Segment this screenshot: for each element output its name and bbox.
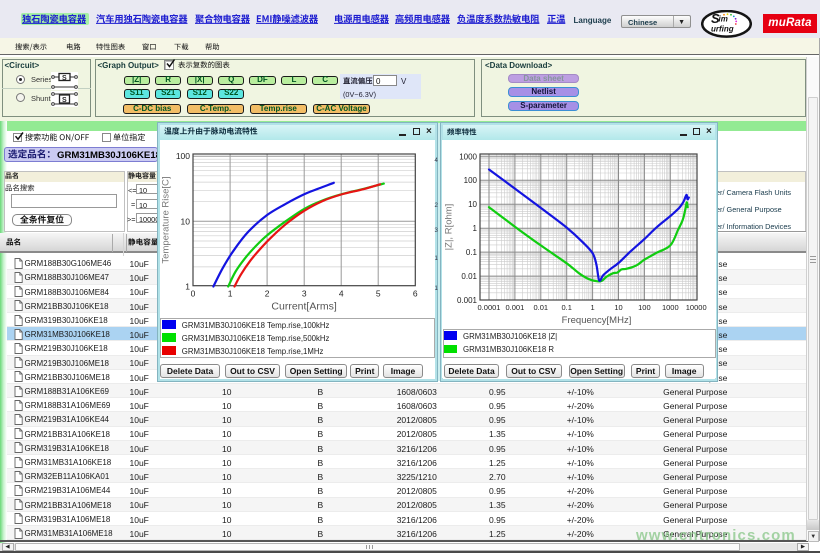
svg-text:0.1: 0.1 <box>466 248 478 257</box>
svg-text:1: 1 <box>591 303 595 312</box>
svg-text:Frequency[MHz]: Frequency[MHz] <box>562 315 632 326</box>
svg-text:6: 6 <box>413 289 418 299</box>
svg-text:0.0001: 0.0001 <box>478 303 501 312</box>
svg-text:0.001: 0.001 <box>457 296 478 305</box>
svg-text:Current[Arms]: Current[Arms] <box>271 301 336 313</box>
svg-text:10: 10 <box>468 200 477 209</box>
svg-text:100: 100 <box>464 176 478 185</box>
svg-text:0.1: 0.1 <box>561 303 571 312</box>
svg-text:Temperature Rise[C]: Temperature Rise[C] <box>161 176 172 263</box>
svg-text:1000: 1000 <box>459 152 477 161</box>
svg-text:urfing: urfing <box>711 25 734 34</box>
svg-text:0.01: 0.01 <box>533 303 548 312</box>
svg-text:100: 100 <box>638 303 651 312</box>
svg-text:5: 5 <box>376 289 381 299</box>
svg-text:10000: 10000 <box>686 303 707 312</box>
svg-text:1000: 1000 <box>662 303 679 312</box>
svg-text:0: 0 <box>191 289 196 299</box>
svg-text:1: 1 <box>185 282 190 292</box>
svg-text:1: 1 <box>228 289 233 299</box>
svg-text:2: 2 <box>265 289 270 299</box>
svg-text:0.01: 0.01 <box>461 272 477 281</box>
svg-text:1: 1 <box>473 224 478 233</box>
svg-text:10: 10 <box>614 303 622 312</box>
svg-text:im: im <box>719 15 728 24</box>
svg-text:S: S <box>62 96 67 103</box>
svg-text:|Z|, R[ohm]: |Z|, R[ohm] <box>444 204 455 251</box>
svg-text:10: 10 <box>181 216 191 226</box>
svg-text:S: S <box>62 74 67 81</box>
svg-text:3: 3 <box>302 289 307 299</box>
svg-text:100: 100 <box>176 151 190 161</box>
svg-text:0.001: 0.001 <box>506 303 525 312</box>
svg-text:4: 4 <box>339 289 344 299</box>
